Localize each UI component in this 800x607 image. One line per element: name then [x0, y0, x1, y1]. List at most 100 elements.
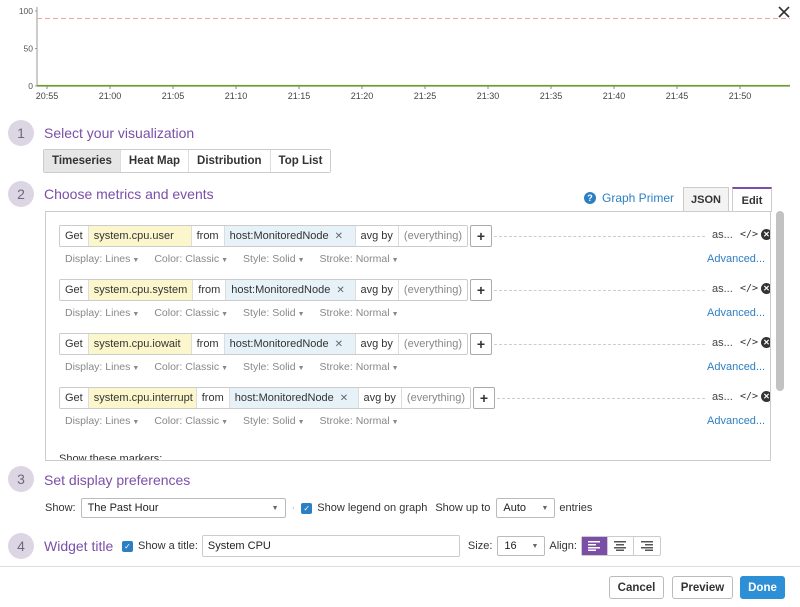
title-input-value: System CPU — [207, 540, 271, 552]
advanced-link[interactable]: Advanced... — [707, 307, 765, 319]
alias-field[interactable]: as... — [712, 391, 733, 403]
metrics-scrollbar[interactable] — [776, 211, 784, 391]
display-preferences-row: Show: The Past Hour ▼ · ✓ Show legend on… — [45, 498, 592, 518]
metric-name-field[interactable]: system.cpu.system — [88, 280, 194, 300]
legend-checkbox[interactable]: ✓ — [301, 502, 313, 514]
step-1-number: 1 — [8, 120, 34, 146]
remove-tag-icon[interactable]: ✕ — [335, 231, 343, 242]
step-3-title: Set display preferences — [44, 472, 191, 488]
y-tick-label: 100 — [19, 6, 33, 16]
tab-top-list[interactable]: Top List — [270, 150, 331, 172]
caret-down-icon: ▼ — [221, 419, 229, 426]
size-value: 16 — [504, 540, 517, 552]
advanced-link[interactable]: Advanced... — [707, 361, 765, 373]
code-icon[interactable]: </> — [740, 283, 758, 294]
stroke-option[interactable]: Stroke: Normal ▼ — [320, 415, 399, 427]
remove-query-icon[interactable]: ✕ — [761, 283, 770, 294]
metric-name-field[interactable]: system.cpu.iowait — [88, 334, 192, 354]
display-option[interactable]: Display: Lines ▼ — [65, 307, 139, 319]
alias-field[interactable]: as... — [712, 337, 733, 349]
question-icon: ? — [584, 192, 596, 204]
avg-by-label: avg by — [356, 280, 399, 300]
remove-tag-icon[interactable]: ✕ — [335, 339, 343, 350]
caret-down-icon: ▼ — [297, 257, 305, 264]
host-tag-field[interactable]: host:MonitoredNode ✕ — [229, 388, 359, 408]
tab-heat-map[interactable]: Heat Map — [120, 150, 190, 172]
widget-title-row: ✓ Show a title: System CPU Size: 16 ▼ Al… — [122, 535, 661, 557]
host-tag-field[interactable]: host:MonitoredNode ✕ — [224, 334, 356, 354]
tab-distribution[interactable]: Distribution — [189, 150, 271, 172]
metric-name-field[interactable]: system.cpu.interrupt — [88, 388, 197, 408]
add-function-button[interactable]: + — [470, 333, 492, 355]
code-icon[interactable]: </> — [740, 337, 758, 348]
group-by-field[interactable]: (everything) — [402, 388, 470, 408]
host-tag: host:MonitoredNode — [229, 338, 329, 350]
cancel-button[interactable]: Cancel — [609, 576, 664, 599]
code-icon[interactable]: </> — [740, 391, 758, 402]
stroke-option[interactable]: Stroke: Normal ▼ — [320, 361, 399, 373]
color-option[interactable]: Color: Classic ▼ — [154, 253, 228, 265]
remove-query-icon[interactable]: ✕ — [761, 391, 770, 402]
align-right-button[interactable] — [634, 537, 660, 555]
timeframe-select[interactable]: The Past Hour ▼ — [80, 498, 286, 518]
align-center-button[interactable] — [608, 537, 634, 555]
tab-edit[interactable]: Edit — [732, 187, 772, 212]
align-left-button[interactable] — [581, 537, 608, 555]
group-by-field[interactable]: (everything) — [399, 280, 467, 300]
color-option[interactable]: Color: Classic ▼ — [154, 415, 228, 427]
caret-down-icon: ▼ — [391, 311, 399, 318]
color-option[interactable]: Color: Classic ▼ — [154, 307, 228, 319]
caret-down-icon: ▼ — [132, 311, 140, 318]
step-4-number: 4 — [8, 533, 34, 559]
remove-query-icon[interactable]: ✕ — [761, 229, 770, 240]
group-by-field[interactable]: (everything) — [399, 334, 467, 354]
style-label: Style: — [243, 307, 270, 319]
stroke-option[interactable]: Stroke: Normal ▼ — [320, 307, 399, 319]
alias-field[interactable]: as... — [712, 283, 733, 295]
show-up-to-label: Show up to — [435, 502, 491, 514]
display-value: Lines — [105, 361, 131, 373]
display-option[interactable]: Display: Lines ▼ — [65, 415, 139, 427]
style-label: Style: — [243, 361, 270, 373]
code-icon[interactable]: </> — [740, 229, 758, 240]
preview-button[interactable]: Preview — [672, 576, 733, 599]
display-option[interactable]: Display: Lines ▼ — [65, 253, 139, 265]
graph-primer-link[interactable]: ? Graph Primer — [584, 191, 674, 205]
display-option[interactable]: Display: Lines ▼ — [65, 361, 139, 373]
metric-query: Get system.cpu.interrupt from host:Monitore… — [59, 387, 471, 409]
host-tag: host:MonitoredNode — [231, 284, 331, 296]
host-tag-field[interactable]: host:MonitoredNode ✕ — [226, 280, 356, 300]
remove-query-icon[interactable]: ✕ — [761, 337, 770, 348]
style-label: Style: — [243, 253, 270, 265]
style-option[interactable]: Style: Solid ▼ — [243, 361, 304, 373]
metric-name-field[interactable]: system.cpu.user — [88, 226, 192, 246]
dashed-connector — [494, 290, 705, 291]
add-function-button[interactable]: + — [473, 387, 495, 409]
tab-json[interactable]: JSON — [683, 187, 729, 212]
title-input[interactable]: System CPU — [201, 535, 460, 557]
group-by-field[interactable]: (everything) — [399, 226, 467, 246]
stroke-value: Normal — [355, 415, 390, 427]
style-option[interactable]: Style: Solid ▼ — [243, 307, 304, 319]
advanced-link[interactable]: Advanced... — [707, 415, 765, 427]
alias-field[interactable]: as... — [712, 229, 733, 241]
advanced-link[interactable]: Advanced... — [707, 253, 765, 265]
show-title-checkbox[interactable]: ✓ — [122, 540, 133, 552]
remove-tag-icon[interactable]: ✕ — [336, 285, 344, 296]
stroke-option[interactable]: Stroke: Normal ▼ — [320, 253, 399, 265]
add-function-button[interactable]: + — [470, 225, 492, 247]
size-select[interactable]: 16 ▼ — [497, 536, 546, 556]
x-tick-label: 21:15 — [288, 91, 311, 101]
y-tick-label: 50 — [24, 44, 34, 54]
align-buttons — [580, 536, 661, 556]
tab-timeseries[interactable]: Timeseries — [44, 150, 121, 172]
style-option[interactable]: Style: Solid ▼ — [243, 253, 304, 265]
remove-tag-icon[interactable]: ✕ — [340, 393, 348, 404]
color-option[interactable]: Color: Classic ▼ — [154, 361, 228, 373]
entries-select[interactable]: Auto ▼ — [496, 498, 556, 518]
add-function-button[interactable]: + — [470, 279, 492, 301]
step-2-title: Choose metrics and events — [44, 186, 214, 202]
style-option[interactable]: Style: Solid ▼ — [243, 415, 304, 427]
host-tag-field[interactable]: host:MonitoredNode ✕ — [224, 226, 356, 246]
done-button[interactable]: Done — [740, 576, 785, 599]
